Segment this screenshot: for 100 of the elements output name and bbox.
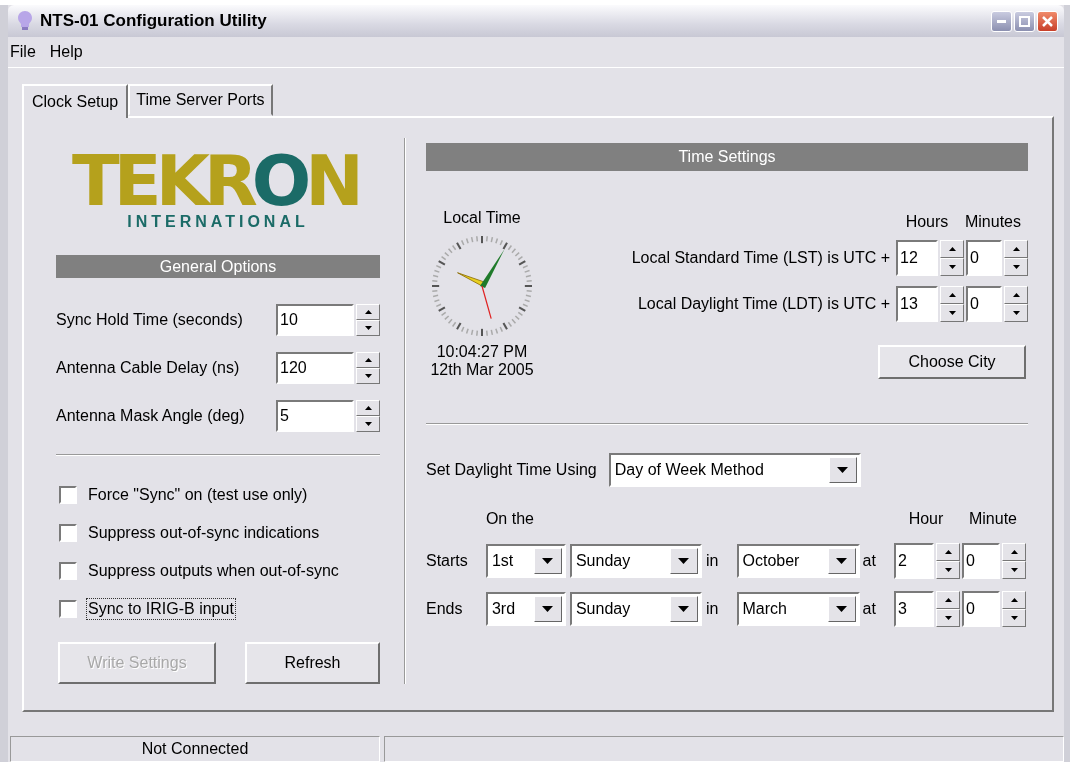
spin-up-button[interactable] (1002, 543, 1026, 561)
arrow-up-icon (364, 358, 372, 362)
checkbox[interactable] (59, 486, 77, 504)
section-header: General Options (56, 255, 380, 278)
arrow-up-icon (948, 247, 956, 251)
close-icon (1042, 15, 1053, 27)
spin-down-button[interactable] (356, 320, 380, 336)
spin-up-button[interactable] (940, 286, 964, 304)
field-label: Local Daylight Time (LDT) is UTC + (637, 295, 890, 313)
dropdown[interactable]: October (736, 544, 860, 578)
caret-icon (542, 606, 554, 612)
arrow-down-icon (364, 422, 372, 426)
column-heading: Minutes (964, 213, 1022, 231)
arrow-down-icon (1010, 616, 1018, 620)
connector-text: at (862, 552, 876, 570)
dropdown[interactable]: Day of Week Method (608, 453, 861, 487)
arrow-down-icon (944, 568, 952, 572)
spin-down-button[interactable] (1004, 258, 1028, 276)
arrow-up-icon (1012, 247, 1020, 251)
spin-up-button[interactable] (936, 543, 960, 561)
checkbox-label[interactable]: Suppress out-of-sync indications (86, 522, 322, 544)
logo-wordmark: TEKRON (72, 146, 358, 216)
number-field[interactable]: 10 (276, 304, 354, 336)
number-field[interactable]: 0 (966, 286, 1002, 322)
number-field[interactable]: 0 (962, 543, 1000, 579)
checkbox[interactable] (59, 600, 77, 618)
arrow-down-icon (1012, 311, 1020, 315)
arrow-up-icon (1012, 293, 1020, 297)
dropdown[interactable]: 1st (485, 544, 566, 578)
tab[interactable]: Time Server Ports (128, 84, 273, 116)
dropdown[interactable]: Sunday (569, 544, 702, 578)
checkbox-label[interactable]: Suppress outputs when out-of-sync (86, 560, 341, 582)
caret-icon (836, 606, 847, 612)
spin-down-button[interactable] (936, 561, 960, 579)
spin-up-button[interactable] (1002, 591, 1026, 609)
caret-icon (678, 558, 690, 564)
spin-down-button[interactable] (356, 368, 380, 384)
section-header: Time Settings (426, 143, 1028, 171)
number-field[interactable]: 2 (894, 543, 934, 579)
field-label: Antenna Mask Angle (deg) (56, 407, 245, 425)
connector-text: at (862, 600, 876, 618)
number-field[interactable]: 5 (276, 400, 354, 432)
checkbox-label[interactable]: Sync to IRIG-B input (86, 598, 236, 620)
menu-item[interactable]: File (10, 43, 36, 61)
spin-up-button[interactable] (936, 591, 960, 609)
number-field[interactable]: 120 (276, 352, 354, 384)
menu-item[interactable]: Help (49, 43, 83, 61)
spin-down-button[interactable] (940, 258, 964, 276)
arrow-up-icon (948, 293, 956, 297)
caret-icon (837, 467, 849, 473)
refresh-button[interactable]: Refresh (245, 642, 380, 684)
maximize-button[interactable] (1014, 10, 1035, 32)
spin-up-button[interactable] (356, 400, 380, 416)
tab[interactable]: Clock Setup (22, 84, 129, 118)
arrow-up-icon (364, 310, 372, 314)
minimize-button[interactable] (991, 10, 1012, 32)
arrow-up-icon (364, 406, 372, 410)
checkbox-label[interactable]: Force "Sync" on (test use only) (86, 484, 310, 506)
light-bulb-icon (18, 11, 32, 31)
row-label: Ends (426, 600, 463, 618)
number-field[interactable]: 0 (966, 240, 1002, 276)
field-label: Set Daylight Time Using (426, 461, 597, 479)
spin-down-button[interactable] (936, 609, 960, 627)
number-field[interactable]: 12 (896, 240, 938, 276)
checkbox[interactable] (59, 524, 77, 542)
arrow-up-icon (1010, 550, 1018, 554)
arrow-down-icon (364, 374, 372, 378)
spin-down-button[interactable] (356, 416, 380, 432)
number-field[interactable]: 13 (896, 286, 938, 322)
arrow-down-icon (1012, 265, 1020, 269)
caret-icon (836, 558, 847, 564)
arrow-up-icon (944, 598, 952, 602)
minimize-icon (997, 19, 1006, 23)
window-title: NTS-01 Configuration Utility (40, 11, 268, 31)
row-label: Starts (426, 552, 468, 570)
choose-city-button[interactable]: Choose City (878, 345, 1026, 379)
clock-date: 12th Mar 2005 (430, 361, 534, 379)
column-heading: Minute (969, 510, 1017, 528)
spin-down-button[interactable] (1002, 561, 1026, 579)
number-field[interactable]: 0 (962, 591, 1000, 627)
spin-down-button[interactable] (940, 304, 964, 322)
column-heading: Hours (904, 213, 950, 231)
dropdown[interactable]: 3rd (485, 592, 566, 626)
spin-up-button[interactable] (1004, 286, 1028, 304)
checkbox[interactable] (59, 562, 77, 580)
connector-text: in (705, 552, 719, 570)
spin-down-button[interactable] (1002, 609, 1026, 627)
arrow-down-icon (948, 311, 956, 315)
number-field[interactable]: 3 (894, 591, 934, 627)
spin-up-button[interactable] (356, 304, 380, 320)
close-button[interactable] (1037, 10, 1058, 32)
spin-up-button[interactable] (940, 240, 964, 258)
field-label: Antenna Cable Delay (ns) (56, 359, 240, 377)
spin-up-button[interactable] (356, 352, 380, 368)
spin-down-button[interactable] (1004, 304, 1028, 322)
dropdown[interactable]: Sunday (569, 592, 702, 626)
column-heading: Hour (908, 510, 944, 528)
spin-up-button[interactable] (1004, 240, 1028, 258)
clock-time: 10:04:27 PM (436, 343, 528, 361)
dropdown[interactable]: March (736, 592, 860, 626)
